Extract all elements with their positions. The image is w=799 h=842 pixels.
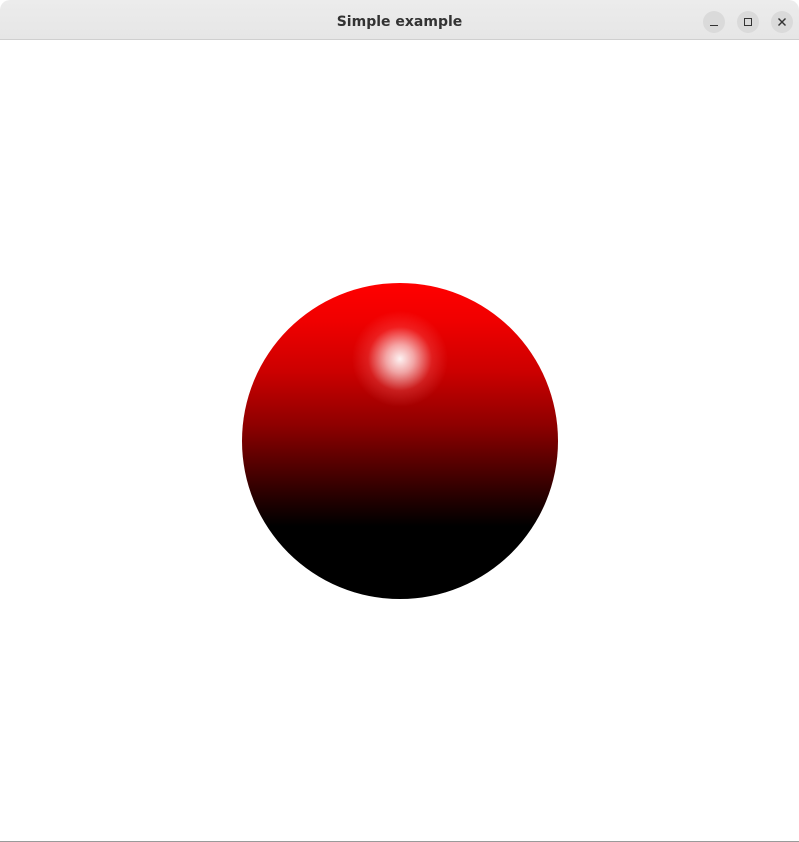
red-sphere: [242, 283, 558, 599]
title-bar[interactable]: Simple example: [0, 0, 799, 40]
close-icon: [778, 18, 786, 26]
app-window: Simple example: [0, 0, 799, 842]
close-button[interactable]: [771, 11, 793, 33]
maximize-icon: [744, 18, 752, 26]
render-canvas[interactable]: [0, 40, 799, 841]
window-title: Simple example: [336, 14, 463, 30]
minimize-button[interactable]: [703, 11, 725, 33]
minimize-icon: [710, 25, 718, 26]
maximize-button[interactable]: [737, 11, 759, 33]
